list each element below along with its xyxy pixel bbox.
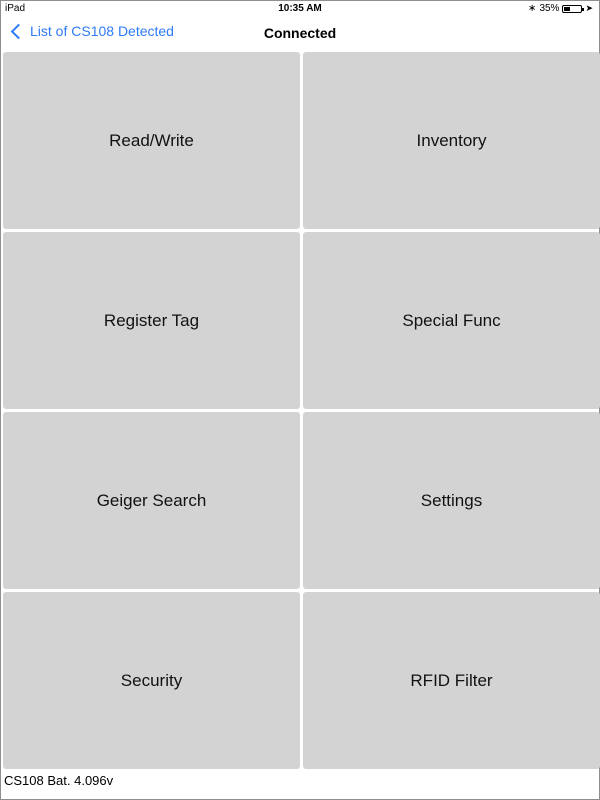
security-button[interactable]: Security — [3, 592, 300, 769]
bluetooth-icon: ∗ — [528, 3, 537, 14]
geiger-search-button[interactable]: Geiger Search — [3, 412, 300, 589]
battery-icon — [562, 4, 585, 13]
register-tag-button[interactable]: Register Tag — [3, 232, 300, 409]
status-time: 10:35 AM — [278, 3, 322, 14]
read-write-button[interactable]: Read/Write — [3, 52, 300, 229]
menu-grid: Read/Write Inventory Register Tag Specia… — [3, 52, 600, 770]
inventory-button[interactable]: Inventory — [303, 52, 600, 229]
settings-button[interactable]: Settings — [303, 412, 600, 589]
battery-level-fill — [564, 6, 571, 11]
special-func-button[interactable]: Special Func — [303, 232, 600, 409]
status-indicators: ∗ 35% ➤ — [528, 3, 593, 14]
rfid-filter-button[interactable]: RFID Filter — [303, 592, 600, 769]
charging-icon: ➤ — [585, 3, 593, 13]
battery-tip — [582, 7, 585, 11]
reader-battery-status: CS108 Bat. 4.096v — [4, 773, 114, 788]
battery-percent: 35% — [539, 3, 560, 14]
status-bar: iPad 10:35 AM ∗ 35% ➤ — [1, 1, 599, 17]
navigation-bar: List of CS108 Detected Connected — [1, 17, 599, 49]
app-screen: iPad 10:35 AM ∗ 35% ➤ List of CS108 Dete… — [0, 0, 600, 800]
page-title: Connected — [263, 25, 337, 41]
